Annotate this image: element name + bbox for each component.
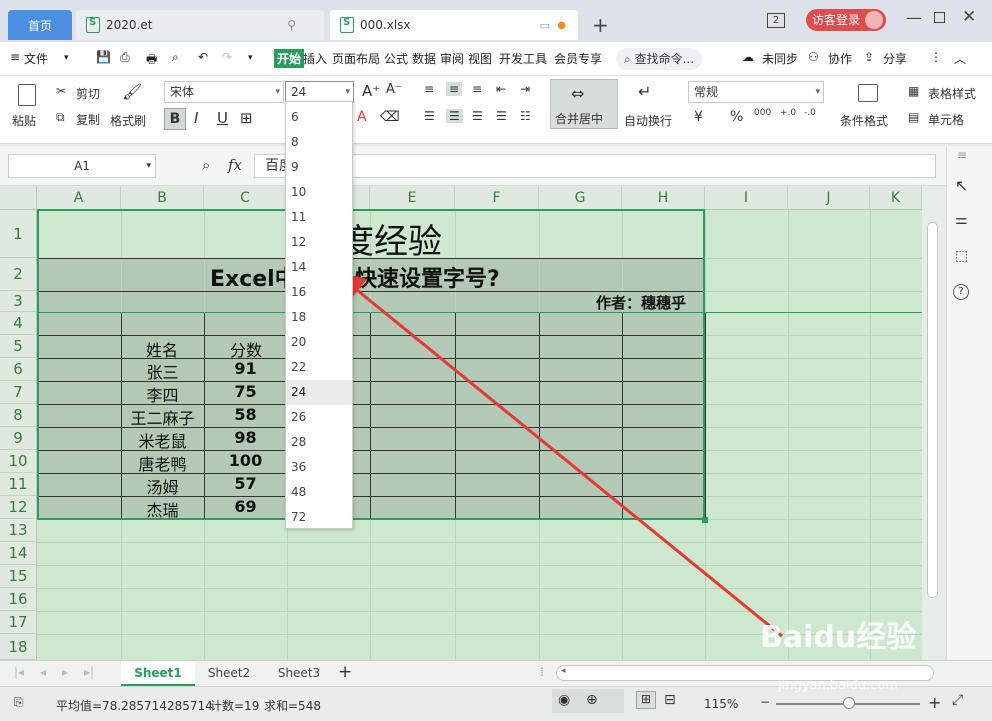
baidu-watermark-text: Baidu经验 bbox=[760, 620, 917, 655]
zoom-out-icon[interactable]: − bbox=[760, 695, 770, 709]
property-adjust-icon[interactable]: ⚌ bbox=[955, 212, 968, 228]
font-size-option[interactable]: 10 bbox=[286, 180, 352, 205]
font-size-option[interactable]: 6 bbox=[286, 105, 352, 130]
right-side-panel: ≡ ↖ ⚌ ⬚ ? ⋯ bbox=[946, 146, 992, 670]
scroll-left-icon[interactable]: ◂ bbox=[561, 666, 566, 676]
crosshair-icon[interactable]: ⊕ bbox=[586, 692, 598, 708]
shape-icon[interactable]: ⬚ bbox=[955, 248, 968, 264]
status-sum: 求和=548 bbox=[264, 699, 321, 713]
help-icon[interactable]: ? bbox=[953, 284, 969, 300]
font-size-dropdown[interactable]: 6 8 9 10 11 12 14 16 18 20 22 24 26 28 36 48 72 bbox=[285, 101, 353, 529]
eye-protection-icon[interactable]: ◉ bbox=[558, 692, 570, 708]
vertical-scrollbar[interactable] bbox=[922, 186, 946, 660]
font-size-option[interactable]: 11 bbox=[286, 205, 352, 230]
font-size-option[interactable]: 36 bbox=[286, 455, 352, 480]
macro-record-icon[interactable]: ⎘ bbox=[14, 695, 24, 710]
normal-view-icon[interactable]: ⊞ bbox=[636, 691, 656, 709]
cursor-select-icon[interactable]: ↖ bbox=[955, 176, 968, 195]
status-average: 平均值=78.285714285714 bbox=[56, 699, 213, 713]
split-handle-icon[interactable]: ⁞ bbox=[540, 665, 544, 679]
font-size-option[interactable]: 9 bbox=[286, 155, 352, 180]
page-layout-view-icon[interactable]: ⊟ bbox=[664, 692, 676, 708]
sheet-tab-2[interactable]: Sheet2 bbox=[195, 661, 263, 686]
font-size-option[interactable]: 14 bbox=[286, 255, 352, 280]
font-size-option[interactable]: 72 bbox=[286, 505, 352, 530]
font-size-option[interactable]: 18 bbox=[286, 305, 352, 330]
last-sheet-icon[interactable]: ▸| bbox=[84, 665, 94, 679]
panel-grip-icon: ≡ bbox=[957, 148, 968, 162]
font-size-option[interactable]: 28 bbox=[286, 430, 352, 455]
vertical-scroll-thumb[interactable] bbox=[927, 222, 938, 598]
font-size-option[interactable]: 16 bbox=[286, 280, 352, 305]
status-count: 计数=19 bbox=[210, 699, 260, 713]
font-size-option[interactable]: 20 bbox=[286, 330, 352, 355]
font-size-option[interactable]: 24 bbox=[286, 380, 352, 405]
baidu-watermark-logo: Baidu经验 bbox=[760, 612, 916, 656]
next-sheet-icon[interactable]: ▸ bbox=[62, 665, 68, 679]
font-size-option[interactable]: 26 bbox=[286, 405, 352, 430]
fullscreen-icon[interactable]: ⤢ bbox=[952, 692, 963, 708]
prev-sheet-icon[interactable]: ◂ bbox=[40, 665, 46, 679]
baidu-watermark-url: jingyan.baidu.com bbox=[778, 678, 898, 693]
font-size-option[interactable]: 8 bbox=[286, 130, 352, 155]
add-sheet-icon[interactable]: + bbox=[338, 662, 352, 682]
sheet-tab-1[interactable]: Sheet1 bbox=[121, 661, 195, 686]
font-size-option[interactable]: 48 bbox=[286, 480, 352, 505]
arrow-shaft bbox=[351, 284, 783, 638]
zoom-level[interactable]: 115% bbox=[704, 697, 738, 711]
zoom-slider-thumb[interactable] bbox=[843, 697, 855, 709]
sheet-tab-3[interactable]: Sheet3 bbox=[265, 661, 333, 686]
first-sheet-icon[interactable]: |◂ bbox=[14, 665, 24, 679]
font-size-option[interactable]: 22 bbox=[286, 355, 352, 380]
font-size-option[interactable]: 12 bbox=[286, 230, 352, 255]
zoom-in-icon[interactable]: + bbox=[928, 693, 941, 712]
view-mode-group: ◉ ⊕ bbox=[552, 689, 624, 713]
